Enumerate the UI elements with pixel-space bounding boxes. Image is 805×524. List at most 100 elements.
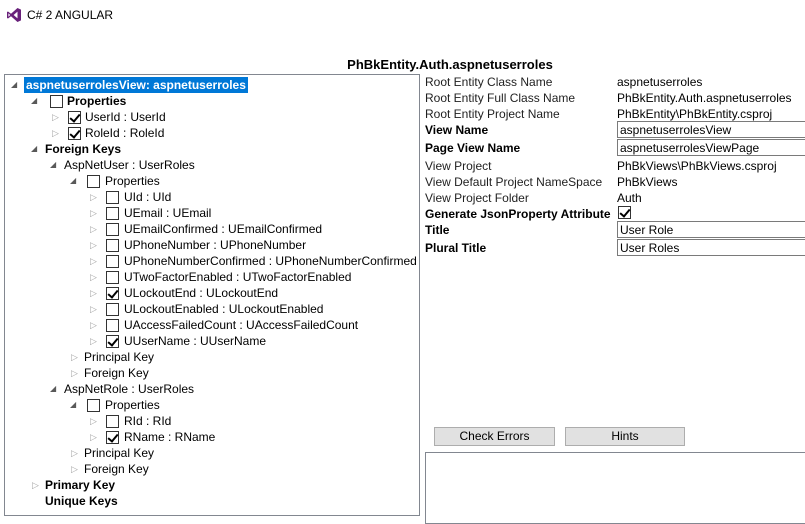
expand-icon[interactable]: ▷ [90,189,99,205]
view-project-folder-label: View Project Folder [425,191,529,205]
expand-icon[interactable]: ▷ [90,333,99,349]
uemailconfirmed-checkbox[interactable] [106,223,119,236]
root-entity-full-class-name-label: Root Entity Full Class Name [425,91,576,105]
principal-key-label: Principal Key [84,350,155,364]
root-entity-project-name-label: Root Entity Project Name [425,107,560,121]
uphonenumber-label: UPhoneNumber : UPhoneNumber [124,238,307,252]
foreign-key-label: Foreign Key [84,462,149,476]
uemail-label: UEmail : UEmail [124,206,212,220]
hints-button[interactable]: Hints [565,427,685,446]
view-name-label: View Name [425,123,489,137]
root-entity-class-name-value: aspnetuserroles [617,75,703,89]
title-label: Title [425,223,450,237]
visual-studio-icon [7,8,21,22]
title-bar: C# 2 ANGULAR [0,0,805,30]
aspnetrole-label: AspNetRole : UserRoles [64,382,195,396]
aspnetuser-label: AspNetUser : UserRoles [64,158,195,172]
expand-icon[interactable]: ▷ [90,413,99,429]
rid-label: RId : RId [124,414,172,428]
view-project-value: PhBkViews\PhBkViews.csproj [617,159,777,173]
expand-icon[interactable]: ▷ [90,301,99,317]
expand-icon[interactable]: ▷ [90,317,99,333]
ulockoutend-checkbox[interactable] [106,287,119,300]
view-name-input[interactable]: aspnetuserrolesView [617,121,805,138]
expand-icon[interactable]: ▷ [71,349,80,365]
uusername-checkbox[interactable] [106,335,119,348]
collapse-icon[interactable]: ◢ [11,77,20,93]
expand-icon[interactable]: ▷ [52,125,61,141]
expand-icon[interactable]: ▷ [90,285,99,301]
generate-json-label: Generate JsonProperty Attribute [425,207,611,221]
tree-root-label[interactable]: aspnetuserrolesView: aspnetuserroles [24,77,248,93]
ulockoutenabled-checkbox[interactable] [106,303,119,316]
rname-label: RName : RName [124,430,216,444]
ulockoutenabled-label: ULockoutEnabled : ULockoutEnabled [124,302,324,316]
expand-icon[interactable]: ▷ [90,253,99,269]
expand-icon[interactable]: ▷ [32,477,41,493]
userid-checkbox[interactable] [68,111,81,124]
view-default-namespace-value: PhBkViews [617,175,678,189]
root-entity-class-name-label: Root Entity Class Name [425,75,553,89]
aspnetuser-properties-checkbox[interactable] [87,175,100,188]
roleid-label: RoleId : RoleId [85,126,165,140]
expand-icon[interactable]: ▷ [90,205,99,221]
page-view-name-input[interactable]: aspnetuserrolesViewPage [617,139,805,156]
collapse-icon[interactable]: ◢ [70,173,79,189]
properties-label: Properties [67,94,127,108]
collapse-icon[interactable]: ◢ [31,93,40,109]
root-entity-full-class-name-value: PhBkEntity.Auth.aspnetuserroles [617,91,792,105]
expand-icon[interactable]: ▷ [90,269,99,285]
check-errors-button[interactable]: Check Errors [434,427,555,446]
view-project-folder-value: Auth [617,191,642,205]
roleid-checkbox[interactable] [68,127,81,140]
expand-icon[interactable]: ▷ [71,365,80,381]
expand-icon[interactable]: ▷ [90,429,99,445]
plural-title-input[interactable]: User Roles [617,239,805,256]
page-view-name-label: Page View Name [425,141,521,155]
aspnetrole-properties-checkbox[interactable] [87,399,100,412]
app-title: C# 2 ANGULAR [27,8,114,22]
foreign-key-label: Foreign Key [84,366,149,380]
entity-tree[interactable]: ◢ aspnetuserrolesView: aspnetuserroles ◢… [4,74,420,516]
collapse-icon[interactable]: ◢ [70,397,79,413]
rid-checkbox[interactable] [106,415,119,428]
generate-json-checkbox[interactable] [618,206,631,219]
uemail-checkbox[interactable] [106,207,119,220]
utwofactorenabled-checkbox[interactable] [106,271,119,284]
foreign-keys-label: Foreign Keys [45,142,122,156]
uid-label: UId : UId [124,190,172,204]
collapse-icon[interactable]: ◢ [50,381,59,397]
uemailconfirmed-label: UEmailConfirmed : UEmailConfirmed [124,222,323,236]
page-title: PhBkEntity.Auth.aspnetuserroles [347,57,553,72]
view-default-namespace-label: View Default Project NameSpace [425,175,603,189]
aspnetrole-properties-label: Properties [105,398,160,412]
plural-title-label: Plural Title [425,241,487,255]
output-textarea[interactable] [425,452,805,524]
collapse-icon[interactable]: ◢ [50,157,59,173]
primary-key-label: Primary Key [45,478,116,492]
aspnetuser-properties-label: Properties [105,174,160,188]
uaccessfailedcount-label: UAccessFailedCount : UAccessFailedCount [124,318,359,332]
root-entity-project-name-value: PhBkEntity\PhBkEntity.csproj [617,107,773,121]
uphonenumberconfirmed-label: UPhoneNumberConfirmed : UPhoneNumberConf… [124,254,417,268]
uphonenumberconfirmed-checkbox[interactable] [106,255,119,268]
title-input[interactable]: User Role [617,221,805,238]
view-project-label: View Project [425,159,492,173]
principal-key-label: Principal Key [84,446,155,460]
uusername-label: UUserName : UUserName [124,334,267,348]
ulockoutend-label: ULockoutEnd : ULockoutEnd [124,286,279,300]
userid-label: UserId : UserId [85,110,166,124]
unique-keys-label: Unique Keys [45,494,118,508]
expand-icon[interactable]: ▷ [71,461,80,477]
expand-icon[interactable]: ▷ [52,109,61,125]
collapse-icon[interactable]: ◢ [31,141,40,157]
expand-icon[interactable]: ▷ [90,237,99,253]
expand-icon[interactable]: ▷ [71,445,80,461]
uaccessfailedcount-checkbox[interactable] [106,319,119,332]
uid-checkbox[interactable] [106,191,119,204]
expand-icon[interactable]: ▷ [90,221,99,237]
properties-checkbox[interactable] [50,95,63,108]
rname-checkbox[interactable] [106,431,119,444]
uphonenumber-checkbox[interactable] [106,239,119,252]
utwofactorenabled-label: UTwoFactorEnabled : UTwoFactorEnabled [124,270,352,284]
